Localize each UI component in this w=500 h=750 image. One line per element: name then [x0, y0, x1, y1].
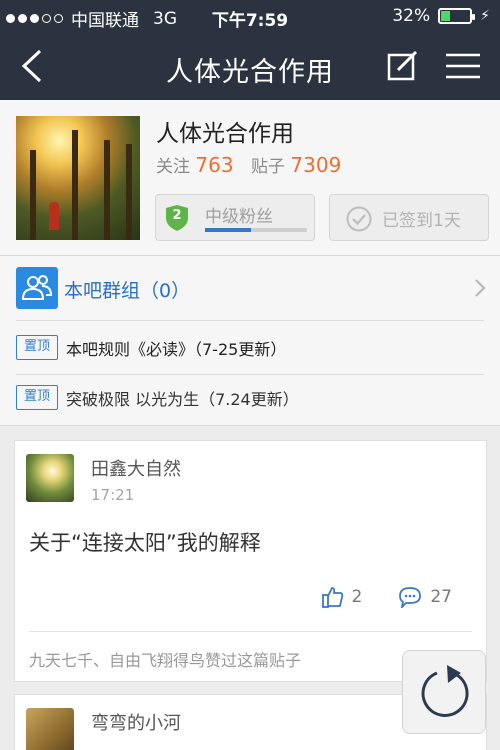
- likers-suffix: 赞过这篇贴子: [205, 651, 302, 670]
- top-post-title: 突破极限 以光为生（7.24更新）: [66, 390, 299, 409]
- divider: [29, 631, 472, 632]
- refresh-icon: [421, 665, 469, 717]
- top-post-row[interactable]: 置顶 本吧规则《必读》（7-25更新）: [16, 328, 486, 368]
- comment-icon: [399, 587, 422, 608]
- follow-label: 关注: [156, 157, 190, 177]
- post-card[interactable]: 田鑫大自然 17:21 关于“连接太阳”我的解释 2 27 九天七千、自由飞翔得…: [14, 440, 487, 682]
- comment-button[interactable]: 27: [398, 586, 452, 608]
- top-bar: 中国联通 3G 下午7:59 32% ⚡ 人体光合作用: [0, 0, 500, 100]
- compose-icon[interactable]: [386, 50, 418, 82]
- avatar[interactable]: [26, 708, 74, 750]
- refresh-button[interactable]: [402, 650, 486, 734]
- status-bar: 中国联通 3G 下午7:59 32% ⚡: [0, 0, 500, 32]
- forum-stats: 关注 763 贴子 7309: [156, 152, 353, 177]
- nav-title: 人体光合作用: [166, 57, 334, 88]
- pinned-tag: 置顶: [16, 335, 58, 360]
- like-count: 2: [351, 587, 363, 607]
- level-name: 中级粉丝: [205, 207, 273, 227]
- forum-cover-image: [16, 116, 140, 240]
- post-author[interactable]: 弯弯的小河: [91, 709, 181, 735]
- divider: [16, 374, 484, 375]
- follow-count: 763: [195, 153, 234, 177]
- charging-icon: ⚡: [480, 8, 490, 24]
- group-row[interactable]: 本吧群组（0）: [0, 256, 500, 320]
- post-author[interactable]: 田鑫大自然: [91, 455, 181, 481]
- group-icon: [16, 267, 58, 309]
- divider: [16, 320, 484, 321]
- pinned-tag: 置顶: [16, 385, 58, 410]
- signin-button[interactable]: 已签到1天: [329, 194, 489, 241]
- like-button[interactable]: 2: [321, 586, 363, 608]
- thumbs-up-icon: [321, 587, 343, 608]
- level-number: 2: [172, 208, 182, 223]
- likers-names[interactable]: 九天七千、自由飞翔得鸟: [29, 651, 205, 670]
- battery-icon: [438, 8, 476, 24]
- menu-icon[interactable]: [446, 52, 480, 80]
- forum-info-section: 本吧群组（0） 置顶 本吧规则《必读》（7-25更新） 置顶 突破极限 以光为生…: [0, 256, 500, 426]
- comment-count: 27: [430, 587, 452, 607]
- group-label: 本吧群组（0）: [64, 280, 191, 302]
- level-progress-bar: [205, 228, 307, 232]
- chevron-right-icon: [475, 279, 486, 297]
- nav-bar: 人体光合作用: [0, 32, 500, 100]
- top-post-row[interactable]: 置顶 突破极限 以光为生（7.24更新）: [16, 378, 486, 418]
- fan-level-button[interactable]: 2 中级粉丝: [155, 194, 315, 241]
- post-actions: 2 27: [321, 586, 452, 608]
- forum-name: 人体光合作用: [156, 121, 294, 147]
- signin-label: 已签到1天: [382, 211, 461, 231]
- battery-percent: 32%: [392, 6, 431, 26]
- likers-line: 九天七千、自由飞翔得鸟赞过这篇贴子: [29, 647, 301, 671]
- avatar[interactable]: [26, 454, 74, 502]
- posts-label: 贴子: [251, 157, 285, 177]
- post-time: 17:21: [91, 486, 135, 504]
- posts-count: 7309: [290, 153, 342, 177]
- post-title[interactable]: 关于“连接太阳”我的解释: [29, 527, 261, 557]
- check-circle-icon: [346, 206, 372, 232]
- top-post-title: 本吧规则《必读》（7-25更新）: [66, 340, 287, 359]
